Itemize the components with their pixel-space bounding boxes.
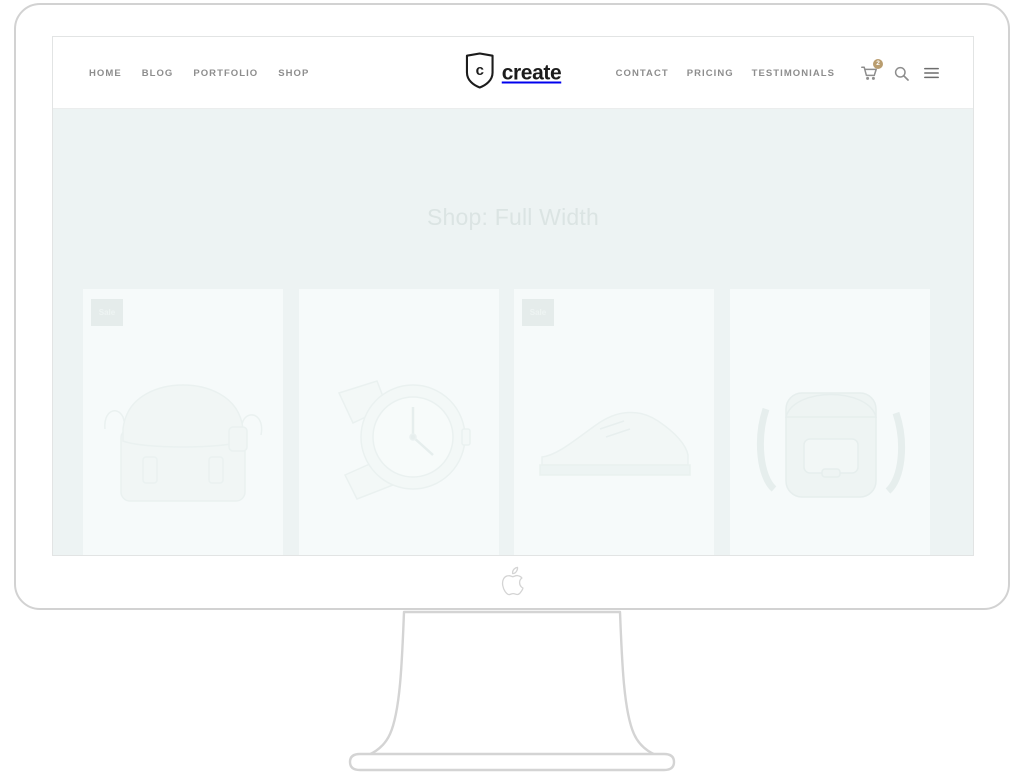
apple-logo-icon [501,566,524,596]
nav-link-testimonials[interactable]: TESTIMONIALS [752,68,835,79]
cart-button[interactable]: 2 [859,59,883,83]
product-thumbnail[interactable]: Sale [514,289,714,555]
messenger-bag-icon [104,384,263,502]
primary-nav-right: CONTACT PRICING TESTIMONIALS 2 [616,37,941,109]
stand-base [348,752,676,772]
nav-link-blog[interactable]: BLOG [142,68,174,79]
product-grid: Sale Sale [83,289,946,555]
dress-shoe-icon [539,411,691,476]
product-card[interactable]: Sale [83,289,299,555]
monitor-screen: HOME BLOG PORTFOLIO SHOP c create CONTAC… [52,36,974,556]
site-logo[interactable]: c create [465,51,562,93]
stand-neck [350,610,674,764]
product-card[interactable]: Brushed Steel Watch $99 [298,289,515,555]
search-icon [894,66,909,81]
nav-link-portfolio[interactable]: PORTFOLIO [193,68,258,79]
nav-link-contact[interactable]: CONTACT [616,68,669,79]
primary-nav-left: HOME BLOG PORTFOLIO SHOP [89,37,329,109]
satchel-backpack-icon [756,392,905,498]
page-content: Shop: Full Width Sale Sale [53,109,973,555]
monitor-stand [348,610,676,772]
nav-link-shop[interactable]: SHOP [278,68,309,79]
brand-name: create [501,61,562,84]
shield-c-icon: c [465,51,495,93]
apple-logo-area [0,566,1024,602]
monitor-mockup: HOME BLOG PORTFOLIO SHOP c create CONTAC… [0,0,1024,772]
product-thumbnail[interactable]: Sale [83,289,283,555]
product-card[interactable]: Vintage Satchel $39 [729,289,946,555]
nav-link-home[interactable]: HOME [89,68,122,79]
site-header: HOME BLOG PORTFOLIO SHOP c create CONTAC… [53,37,973,109]
product-card[interactable]: Sale Classic Leather Shoe $79$59 [514,289,730,555]
hamburger-menu-icon [923,67,939,79]
wristwatch-icon [337,380,471,500]
product-thumbnail[interactable] [729,289,930,555]
cart-count-badge: 2 [873,59,883,69]
hamburger-menu-button[interactable] [921,63,941,83]
page-title: Shop: Full Width [427,204,599,230]
nav-link-pricing[interactable]: PRICING [687,68,734,79]
product-thumbnail[interactable] [298,289,499,555]
logo-letter: c [476,62,484,79]
search-button[interactable] [891,63,911,83]
